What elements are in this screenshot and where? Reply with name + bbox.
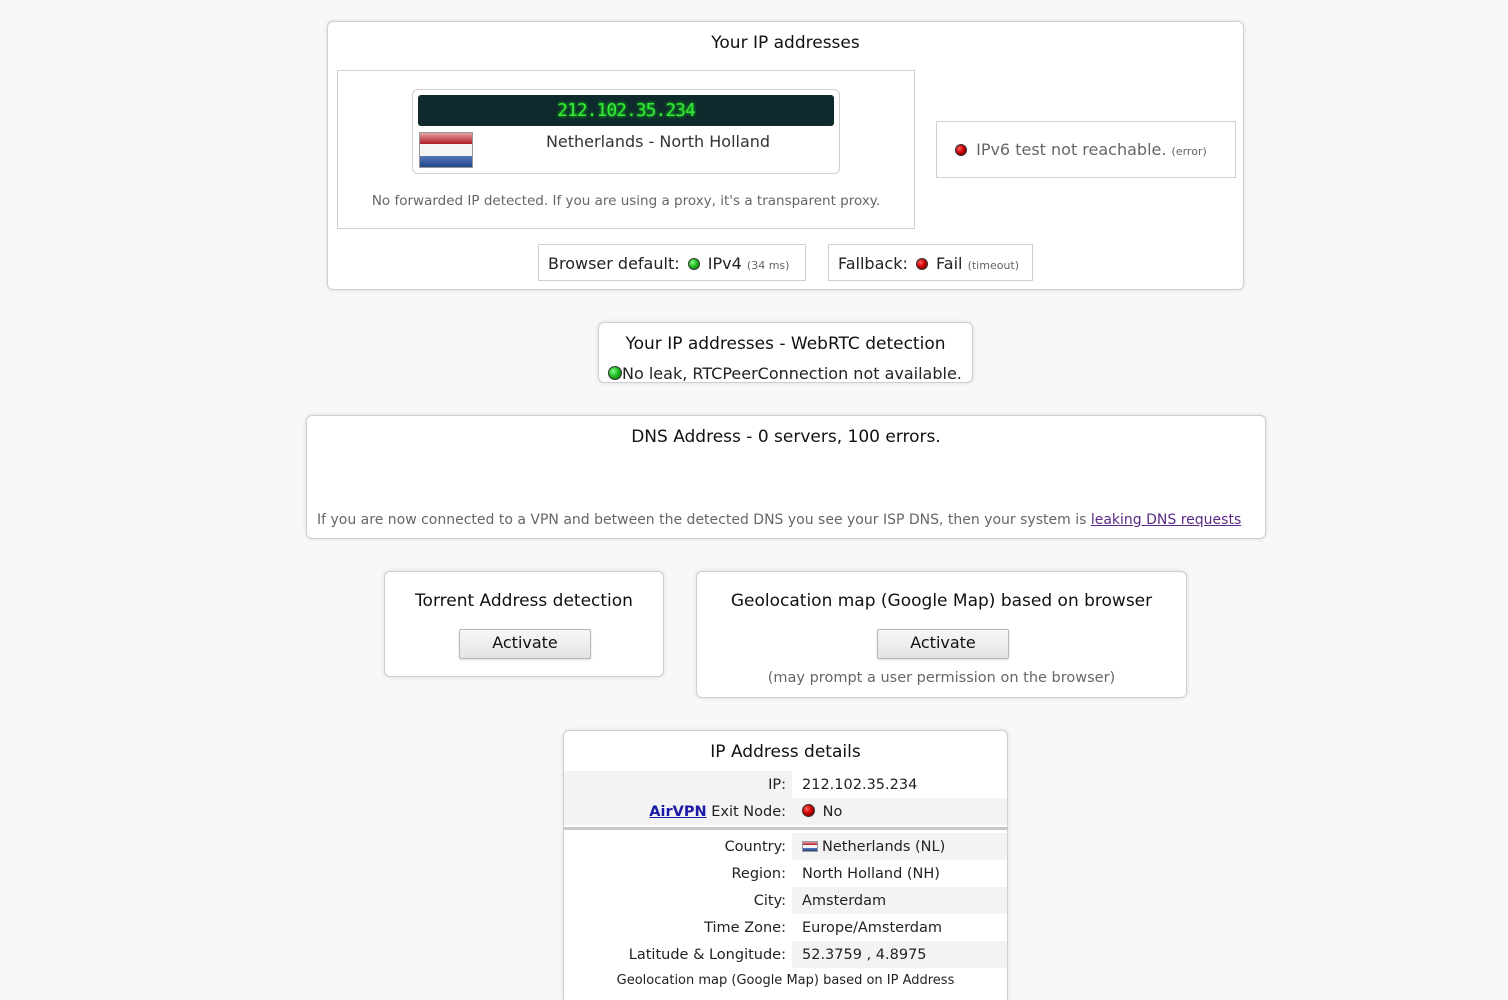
fallback-value: Fail — [936, 254, 963, 273]
city-value: Amsterdam — [792, 887, 1007, 914]
geolocation-panel: Geolocation map (Google Map) based on br… — [696, 571, 1187, 698]
ip-value: 212.102.35.234 — [792, 771, 1007, 798]
webrtc-panel: Your IP addresses - WebRTC detection No … — [598, 322, 973, 383]
table-row: Latitude & Longitude: 52.3759 , 4.8975 — [564, 941, 1007, 968]
exit-node-value: No — [822, 803, 843, 820]
table-row: Country: Netherlands (NL) — [564, 833, 1007, 860]
browser-default-label: Browser default: — [548, 254, 680, 273]
table-row: AirVPN Exit Node: No — [564, 798, 1007, 825]
country-value: Netherlands (NL) — [822, 838, 946, 855]
dns-leak-link[interactable]: leaking DNS requests — [1091, 512, 1241, 528]
fallback-badge: Fallback: Fail (timeout) — [828, 244, 1033, 281]
table-row: Time Zone: Europe/Amsterdam — [564, 914, 1007, 941]
table-row: Region: North Holland (NH) — [564, 860, 1007, 887]
geolocation-note: (may prompt a user permission on the bro… — [767, 670, 1116, 686]
webrtc-ok-icon — [608, 366, 622, 380]
dns-panel: DNS Address - 0 servers, 100 errors. If … — [306, 415, 1266, 539]
fallback-label: Fallback: — [838, 254, 908, 273]
torrent-panel: Torrent Address detection Activate — [384, 571, 664, 677]
ipv6-status: IPv6 test not reachable. — [976, 140, 1167, 159]
netherlands-flag-icon — [419, 132, 473, 168]
ip-details-table-geo: Country: Netherlands (NL) Region: North … — [564, 833, 1007, 968]
ip-details-table-top: IP: 212.102.35.234 AirVPN Exit Node: No — [564, 771, 1007, 825]
fallback-note: (timeout) — [967, 259, 1020, 272]
ipv4-ok-icon — [687, 258, 700, 270]
ipv4-panel: 212.102.35.234 Netherlands - North Holla… — [337, 70, 915, 229]
ip-location: Netherlands - North Holland — [545, 132, 771, 151]
ip-addresses-title: Your IP addresses — [711, 33, 860, 53]
ip-details-title: IP Address details — [710, 742, 861, 762]
ip-details-panel: IP Address details IP: 212.102.35.234 Ai… — [563, 730, 1008, 1000]
torrent-activate-button[interactable]: Activate — [459, 629, 591, 659]
ip-map-caption: Geolocation map (Google Map) based on IP… — [616, 973, 955, 988]
table-row: IP: 212.102.35.234 — [564, 771, 1007, 798]
dns-title: DNS Address - 0 servers, 100 errors. — [631, 427, 941, 447]
browser-default-badge: Browser default: IPv4 (34 ms) — [538, 244, 806, 281]
netherlands-flag-icon — [802, 840, 818, 852]
timezone-value: Europe/Amsterdam — [792, 914, 1007, 941]
details-divider — [564, 827, 1007, 830]
ip-addresses-panel: Your IP addresses 212.102.35.234 Netherl… — [327, 21, 1244, 290]
ip-label: IP: — [564, 771, 792, 798]
dns-note: If you are now connected to a VPN and be… — [317, 512, 1087, 528]
table-row: City: Amsterdam — [564, 887, 1007, 914]
airvpn-link[interactable]: AirVPN — [649, 804, 706, 820]
torrent-title: Torrent Address detection — [415, 591, 633, 611]
forwarded-note: No forwarded IP detected. If you are usi… — [371, 193, 881, 209]
browser-default-value: IPv4 — [707, 254, 742, 273]
ip-card: 212.102.35.234 Netherlands - North Holla… — [412, 89, 840, 174]
ipv6-error-note: (error) — [1171, 145, 1207, 158]
exit-node-label: Exit Node: — [711, 803, 786, 820]
geolocation-activate-button[interactable]: Activate — [877, 629, 1009, 659]
ip-display[interactable]: 212.102.35.234 — [418, 95, 834, 126]
exit-node-no-icon — [802, 803, 815, 817]
ipv6-panel: IPv6 test not reachable. (error) — [936, 121, 1236, 178]
webrtc-title: Your IP addresses - WebRTC detection — [625, 334, 946, 354]
ipv6-error-icon — [955, 144, 967, 156]
browser-default-time: (34 ms) — [746, 259, 790, 272]
webrtc-status: No leak, RTCPeerConnection not available… — [622, 364, 962, 383]
geolocation-title: Geolocation map (Google Map) based on br… — [730, 591, 1153, 611]
fallback-fail-icon — [915, 258, 928, 270]
latlong-value: 52.3759 , 4.8975 — [792, 941, 1007, 968]
region-value: North Holland (NH) — [792, 860, 1007, 887]
